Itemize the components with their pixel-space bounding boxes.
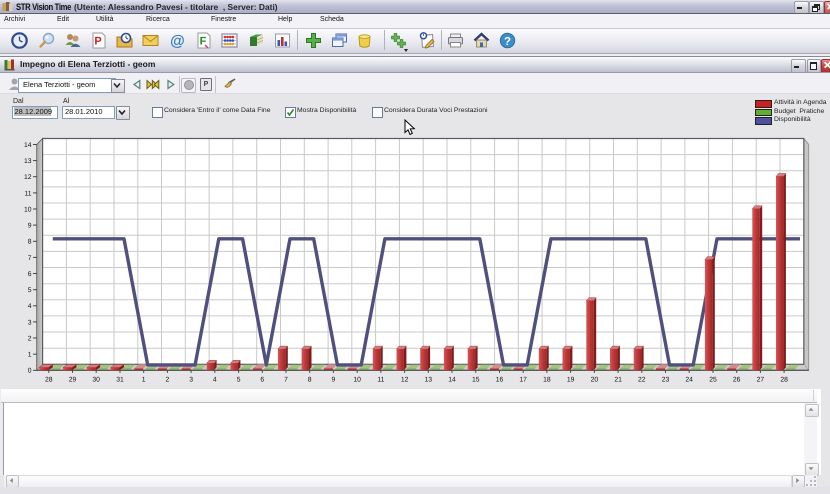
svg-text:1: 1 [142,376,146,383]
svg-text:11: 11 [24,190,31,197]
svg-text:1: 1 [28,352,32,359]
svg-text:19: 19 [567,376,575,383]
svg-text:6: 6 [28,271,32,278]
svg-text:4: 4 [28,303,32,310]
svg-text:12: 12 [401,376,409,383]
svg-text:14: 14 [448,376,456,383]
svg-text:31: 31 [116,376,124,383]
svg-text:20: 20 [591,376,599,383]
svg-text:0: 0 [28,368,32,375]
svg-text:?: ? [504,36,511,48]
svg-text:14: 14 [24,142,32,149]
svg-text:8: 8 [28,239,32,246]
svg-text:2: 2 [28,335,32,342]
svg-text:P: P [94,36,101,48]
svg-text:12: 12 [24,174,32,181]
svg-text:23: 23 [662,376,670,383]
svg-text:26: 26 [733,376,741,383]
svg-text:9: 9 [332,376,336,383]
svg-text:@: @ [170,33,185,50]
svg-text:11: 11 [377,376,384,383]
svg-text:10: 10 [24,206,32,213]
svg-text:10: 10 [353,376,361,383]
svg-text:17: 17 [519,376,527,383]
svg-text:7: 7 [284,376,288,383]
svg-text:22: 22 [638,376,646,383]
svg-text:21: 21 [614,376,622,383]
svg-text:7: 7 [28,255,32,262]
svg-text:27: 27 [757,376,765,383]
svg-text:24: 24 [685,376,693,383]
svg-text:30: 30 [92,376,100,383]
svg-text:29: 29 [69,376,77,383]
svg-text:5: 5 [28,287,32,294]
svg-text:8: 8 [308,376,312,383]
svg-text:15: 15 [472,376,480,383]
svg-text:25: 25 [709,376,717,383]
svg-text:13: 13 [425,376,433,383]
svg-text:3: 3 [189,376,193,383]
svg-text:28: 28 [45,376,53,383]
svg-text:4: 4 [213,376,217,383]
svg-text:16: 16 [496,376,504,383]
svg-text:9: 9 [28,223,32,230]
svg-text:13: 13 [24,158,32,165]
svg-text:3: 3 [28,319,32,326]
svg-text:2: 2 [166,376,170,383]
svg-text:5: 5 [237,376,241,383]
svg-text:6: 6 [260,376,264,383]
svg-text:28: 28 [780,376,788,383]
svg-text:18: 18 [543,376,551,383]
